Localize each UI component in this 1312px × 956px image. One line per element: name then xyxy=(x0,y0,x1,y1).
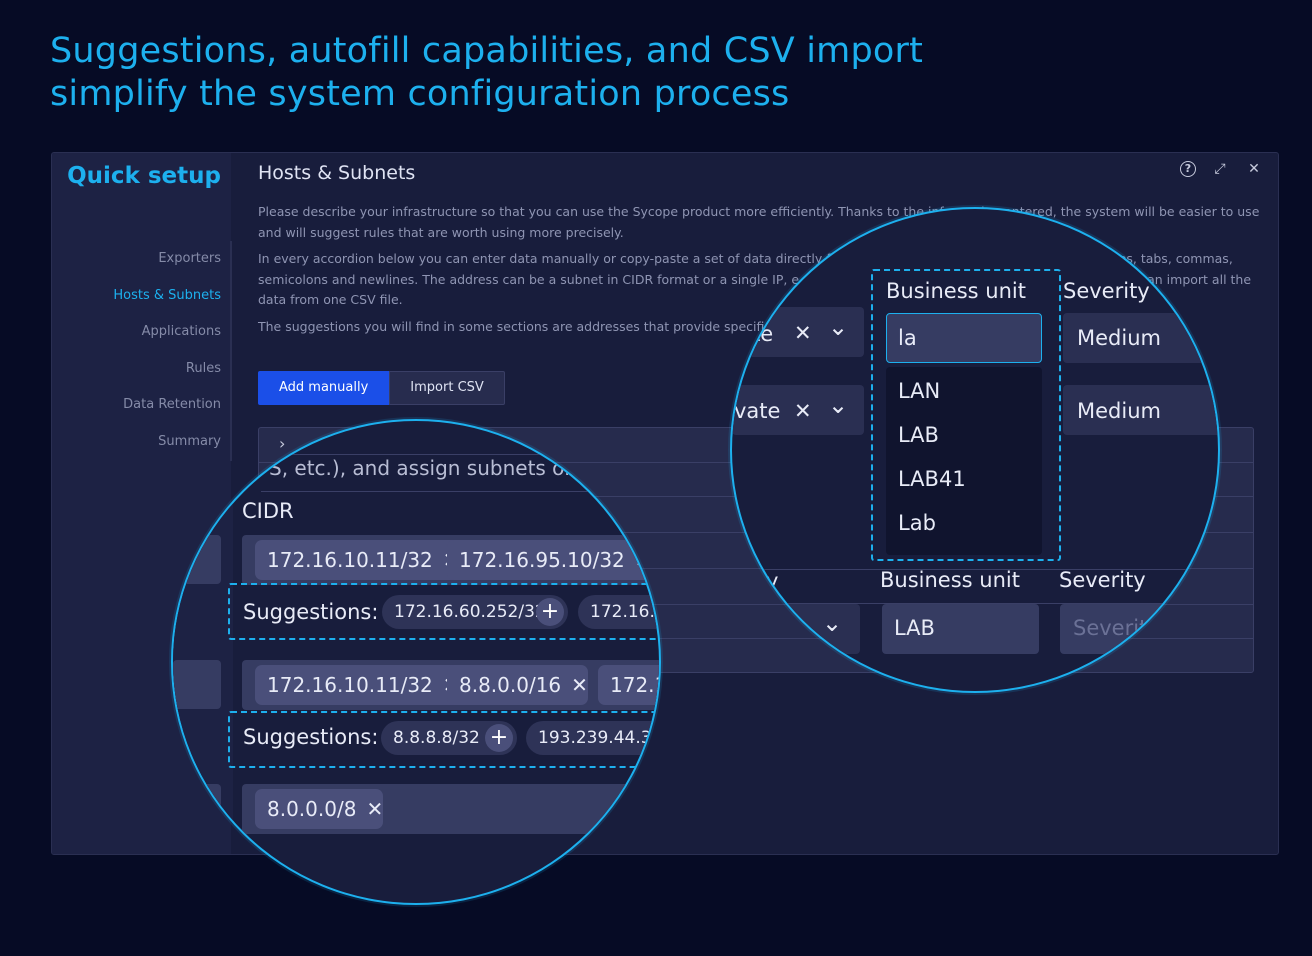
sidebar-item-exporters[interactable]: Exporters xyxy=(113,249,221,286)
severity-label: Severity xyxy=(1063,279,1150,303)
headline-line-1: Suggestions, autofill capabilities, and … xyxy=(50,31,923,71)
chip-label: 8.8.8.8/32 xyxy=(393,728,480,748)
suggestion-chip[interactable]: 8.8.8.8/32 + xyxy=(381,721,517,755)
cidr-label: CIDR xyxy=(242,499,294,523)
plus-icon[interactable]: + xyxy=(485,724,513,752)
dropdown-option[interactable]: LAB xyxy=(898,423,939,447)
severity-placeholder: Severity xyxy=(1073,616,1160,640)
close-icon[interactable]: ✕ xyxy=(635,540,652,580)
cidr-chip: 8.8.0.0/16 ✕ xyxy=(447,665,588,705)
severity-value: Medium xyxy=(1077,399,1161,423)
chip-label: 172.16.10.11/32 xyxy=(267,548,433,572)
window-controls: ? ⤢ ✕ xyxy=(1180,159,1264,179)
chevron-down-icon[interactable]: ⌄ xyxy=(828,391,848,419)
suggestion-chip[interactable]: 172.16.60.252/32 + xyxy=(382,595,568,629)
chevron-down-icon[interactable]: ⌄ xyxy=(822,609,842,637)
dropdown-option[interactable]: Lab xyxy=(898,511,936,535)
add-manually-button[interactable]: Add manually xyxy=(258,371,390,405)
dropdown-option[interactable]: LAB41 xyxy=(898,467,966,491)
import-csv-button[interactable]: Import CSV xyxy=(389,371,505,405)
mode-toggle: Add manually Import CSV xyxy=(258,371,505,405)
chip-label: 172.16.10.11/32 xyxy=(267,673,433,697)
business-unit-input[interactable]: la xyxy=(886,313,1042,363)
chip-label: 8.8.0.0/16 xyxy=(459,673,562,697)
chip-label: 8.0.0.0/8 xyxy=(267,797,357,821)
suggestion-chip[interactable]: 172.16.6 xyxy=(578,595,661,629)
headline-line-2: simplify the system configuration proces… xyxy=(50,74,790,114)
cidr-chip: 172.1 xyxy=(598,665,659,705)
headline: Suggestions, autofill capabilities, and … xyxy=(50,30,1050,116)
description-fragment: S, etc.), and assign subnets or xyxy=(269,456,573,480)
severity-label: Severity xyxy=(1059,568,1146,592)
divider xyxy=(261,491,659,492)
cidr-chip: 172.16.10.11/32✕ xyxy=(255,665,460,705)
suggestions-label: Suggestions: xyxy=(243,600,379,624)
business-unit-label: Business unit xyxy=(880,568,1020,592)
cidr-chip: 172.16.10.11/32✕ xyxy=(255,540,460,580)
chevron-right-icon[interactable]: › xyxy=(279,434,285,453)
cidr-chip: 172.16.95.10/32 ✕ xyxy=(447,540,652,580)
autofill-dropdown: LAN LAB LAB41 Lab xyxy=(886,367,1042,555)
close-icon[interactable]: ✕ xyxy=(571,665,588,705)
chip-label: 172.16.95.10/32 xyxy=(459,548,625,572)
chip-label: 193.239.44.33 xyxy=(538,728,661,748)
close-icon[interactable]: ✕ xyxy=(794,321,812,345)
expand-icon[interactable]: ⤢ xyxy=(1210,159,1230,179)
chip-label: 172.16.60.252/32 xyxy=(394,602,546,622)
dropdown-option[interactable]: LAN xyxy=(898,379,940,403)
suggestion-chip[interactable]: 193.239.44.33 xyxy=(526,721,661,755)
help-icon[interactable]: ? xyxy=(1180,161,1196,177)
suggestions-label: Suggestions: xyxy=(243,725,379,749)
column-label-fragment: y xyxy=(766,569,779,593)
close-icon[interactable]: ✕ xyxy=(1244,159,1264,179)
business-unit-magnifier: te ✕ ⌄ vate ✕ ⌄ Medium Medium Severity B… xyxy=(730,207,1220,693)
close-icon[interactable]: ✕ xyxy=(794,399,812,423)
sidebar-item-rules[interactable]: Rules xyxy=(113,359,221,396)
divider xyxy=(261,454,659,455)
field-fragment xyxy=(173,784,221,833)
sidebar-title: Quick setup xyxy=(67,163,221,189)
cidr-magnifier: S, etc.), and assign subnets or CIDR 172… xyxy=(171,419,661,905)
select-value: vate xyxy=(734,399,781,423)
severity-value: Medium xyxy=(1077,326,1161,350)
field-fragment xyxy=(173,660,221,709)
business-unit-label: Business unit xyxy=(886,279,1026,303)
intro-paragraph: Please describe your infrastructure so t… xyxy=(258,204,1260,240)
chip-label: 172.16.6 xyxy=(590,602,661,622)
sidebar-item-applications[interactable]: Applications xyxy=(113,322,221,359)
plus-icon[interactable]: + xyxy=(536,598,564,626)
sidebar-item-hosts-subnets[interactable]: Hosts & Subnets xyxy=(113,286,221,323)
page-title: Hosts & Subnets xyxy=(258,162,416,184)
cidr-chip: 8.0.0.0/8 ✕ xyxy=(255,789,384,829)
select-value: te xyxy=(752,322,774,346)
field-fragment xyxy=(173,535,221,584)
chevron-down-icon[interactable]: ⌄ xyxy=(828,313,848,341)
chip-label: 172.1 xyxy=(610,673,659,697)
close-icon[interactable]: ✕ xyxy=(366,789,383,829)
input-value: la xyxy=(898,326,917,350)
business-unit-value: LAB xyxy=(894,616,935,640)
